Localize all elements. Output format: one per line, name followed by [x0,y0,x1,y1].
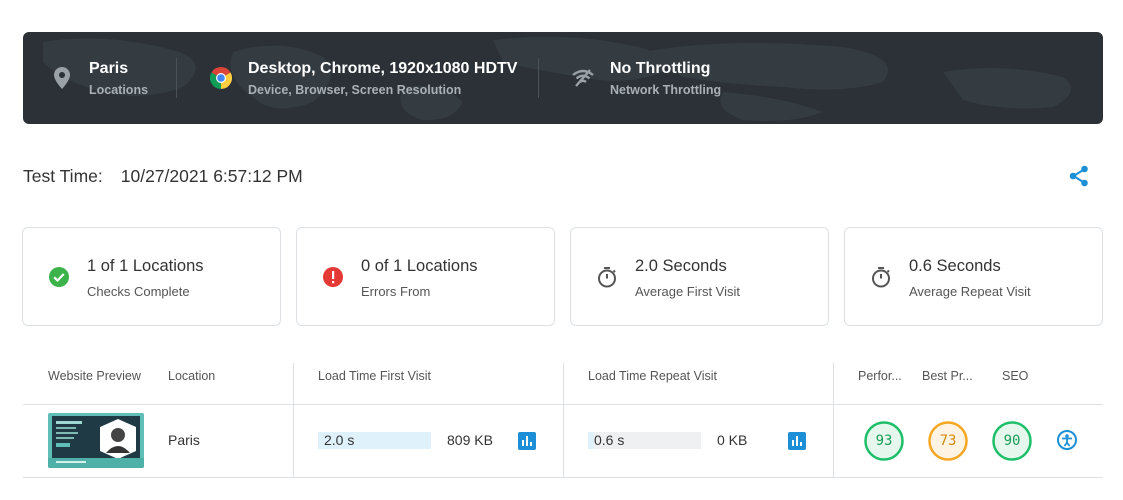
repeat-visit-size: 0 KB [717,432,748,448]
card-title: 1 of 1 Locations [87,257,204,275]
errors-card: 0 of 1 Locations Errors From [296,227,555,326]
results-table: Website Preview Location Load Time First… [23,355,1103,478]
error-circle-icon [322,266,344,288]
card-subtitle: Average First Visit [635,284,741,299]
card-subtitle: Errors From [361,284,431,299]
header-location: Location [168,369,216,383]
world-map-background [43,36,1071,121]
bar-chart-icon [792,436,802,446]
header-load-time-first-visit: Load Time First Visit [318,369,432,383]
column-divider [563,363,564,477]
column-divider [293,363,294,477]
website-preview-thumbnail[interactable] [48,413,144,468]
first-visit-size: 809 KB [447,432,493,448]
chrome-icon [210,67,232,89]
banner-network-title: No Throttling [610,59,711,77]
card-title: 0.6 Seconds [909,257,1001,275]
average-repeat-visit-card: 0.6 Seconds Average Repeat Visit [844,227,1103,326]
best-practices-score-value: 73 [939,433,957,449]
banner-divider [538,58,539,98]
banner-device-title: Desktop, Chrome, 1920x1080 HDTV [248,59,518,77]
average-first-visit-card: 2.0 Seconds Average First Visit [570,227,829,326]
card-subtitle: Checks Complete [87,284,190,299]
card-title: 2.0 Seconds [635,257,727,275]
share-icon[interactable] [1068,165,1090,187]
performance-score-value: 93 [875,433,893,449]
test-time-label: Test Time: [23,165,103,186]
first-visit-waterfall-button[interactable] [518,432,536,450]
card-title: 0 of 1 Locations [361,257,478,275]
header-performance: Perfor... [858,369,902,383]
banner-network-subtitle: Network Throttling [610,82,722,97]
test-time-value: 10/27/2021 6:57:12 PM [120,165,303,186]
seo-score[interactable]: 90 [992,421,1032,461]
repeat-visit-waterfall-button[interactable] [788,432,806,450]
first-visit-load-bar: 2.0 s [318,432,431,449]
banner-device: Desktop, Chrome, 1920x1080 HDTV Device, … [210,32,517,124]
checks-complete-card: 1 of 1 Locations Checks Complete [22,227,281,326]
header-best-practices: Best Pr... [922,369,973,383]
performance-score[interactable]: 93 [864,421,904,461]
first-visit-load-time: 2.0 s [324,432,355,448]
card-subtitle: Average Repeat Visit [909,284,1031,299]
test-settings-banner: Paris Locations Desktop, Chrome, 1920x10… [23,32,1103,124]
header-seo: SEO [1002,369,1029,383]
row-divider [23,477,1103,478]
check-circle-icon [48,266,70,288]
banner-device-subtitle: Device, Browser, Screen Resolution [248,82,462,97]
location-pin-icon [51,67,73,89]
stopwatch-icon [596,266,618,288]
repeat-visit-load-bar-fill [588,432,594,449]
row-location: Paris [168,432,200,448]
banner-location-title: Paris [89,59,129,77]
accessibility-icon[interactable] [1057,430,1077,450]
test-time: Test Time: 10/27/2021 6:57:12 PM [23,164,303,188]
banner-divider [176,58,177,98]
stopwatch-icon [870,266,892,288]
seo-score-value: 90 [1003,433,1021,449]
wifi-off-icon [572,67,594,89]
header-load-time-repeat-visit: Load Time Repeat Visit [588,369,718,383]
banner-network: No Throttling Network Throttling [572,32,721,124]
best-practices-score[interactable]: 73 [928,421,968,461]
banner-location-subtitle: Locations [89,82,149,97]
header-website-preview: Website Preview [48,369,141,383]
repeat-visit-load-bar: 0.6 s [588,432,701,449]
banner-location: Paris Locations [51,32,148,124]
column-divider [833,363,834,477]
repeat-visit-load-time: 0.6 s [594,432,625,448]
bar-chart-icon [522,436,532,446]
